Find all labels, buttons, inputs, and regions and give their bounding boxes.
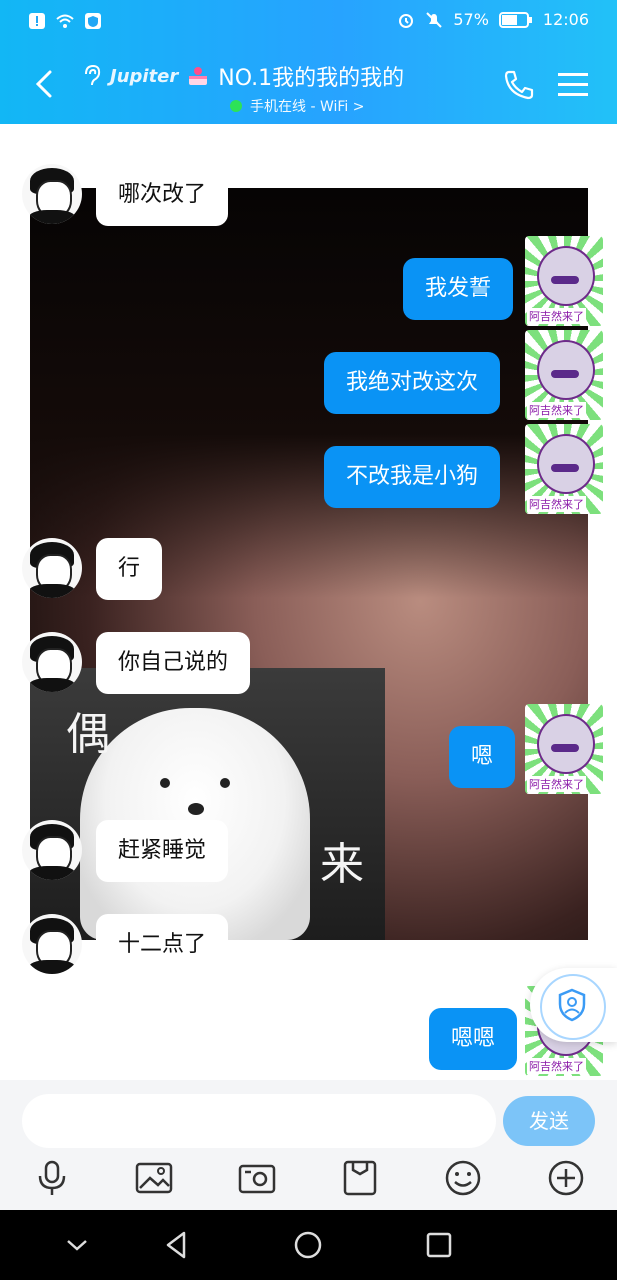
ear-icon <box>85 64 101 86</box>
phone-icon[interactable] <box>502 68 536 102</box>
brand-label: Jupiter <box>110 65 179 87</box>
recents-square-icon[interactable] <box>422 1228 456 1262</box>
message-bubble-incoming[interactable]: 十二点了 <box>96 914 229 976</box>
chat-title-area[interactable]: Jupiter NO.1我的我的我的 手机在线 - WiFi > <box>80 60 480 116</box>
online-status: 手机在线 - WiFi > <box>250 99 365 115</box>
meme-dog-image: 偶 来 <box>30 668 385 940</box>
chat-title: NO.1我的我的我的 <box>218 66 405 91</box>
sender-avatar[interactable]: 阿吉然来了 <box>525 330 603 420</box>
sender-avatar[interactable]: 阿吉然来了 <box>525 236 603 326</box>
message-bubble-outgoing[interactable]: 嗯 <box>449 726 516 788</box>
security-shield-icon <box>558 988 586 1022</box>
folder-icon[interactable] <box>340 1158 380 1198</box>
floating-security-button[interactable] <box>530 968 617 1042</box>
message-bubble-outgoing[interactable]: 不改我是小狗 <box>324 446 501 508</box>
send-button[interactable]: 发送 <box>503 1096 595 1146</box>
shield-icon <box>85 13 101 29</box>
mic-icon[interactable] <box>32 1158 72 1198</box>
cake-icon <box>189 67 208 85</box>
avatar-label: 阿吉然来了 <box>527 1058 586 1074</box>
avatar-label: 阿吉然来了 <box>527 496 586 512</box>
message-bubble-outgoing[interactable]: 我发誓 <box>403 258 514 320</box>
image-icon[interactable] <box>134 1158 174 1198</box>
camera-icon[interactable] <box>237 1158 277 1198</box>
avatar[interactable] <box>22 820 82 880</box>
message-input[interactable] <box>22 1094 496 1148</box>
avatar[interactable] <box>22 632 82 692</box>
message-bubble-outgoing[interactable]: 我绝对改这次 <box>324 352 501 414</box>
sender-avatar[interactable]: 阿吉然来了 <box>525 424 603 514</box>
system-navigation-bar <box>0 1210 617 1280</box>
message-bubble-incoming[interactable]: 赶紧睡觉 <box>96 820 229 882</box>
battery-percent: 57% <box>453 10 489 29</box>
online-dot-icon <box>230 100 242 112</box>
message-bubble-incoming[interactable]: 行 <box>96 538 163 600</box>
plus-icon[interactable] <box>546 1158 586 1198</box>
avatar[interactable] <box>22 538 82 598</box>
status-bar: 57% 12:06 <box>0 0 617 46</box>
avatar[interactable] <box>22 164 82 224</box>
wifi-icon <box>56 14 74 28</box>
avatar-label: 阿吉然来了 <box>527 308 586 324</box>
back-triangle-icon[interactable] <box>160 1228 194 1262</box>
chat-area[interactable]: 偶 来 哪次改了 我发誓 阿吉然来了 我绝对改这次 阿吉然来了 不改我是小狗 阿… <box>0 124 617 1080</box>
mute-icon <box>426 11 443 28</box>
meme-caption-right: 来 <box>320 839 364 890</box>
sender-avatar[interactable]: 阿吉然来了 <box>525 704 603 794</box>
back-arrow-icon[interactable] <box>30 68 60 100</box>
meme-caption-left: 偶 <box>66 709 110 760</box>
avatar[interactable] <box>22 914 82 974</box>
emoji-icon[interactable] <box>443 1158 483 1198</box>
notification-icon <box>29 13 45 29</box>
avatar-label: 阿吉然来了 <box>527 776 586 792</box>
home-circle-icon[interactable] <box>291 1228 325 1262</box>
top-bar: 57% 12:06 Jupiter NO.1我的我的我的 手机在线 - WiFi… <box>0 0 617 124</box>
message-bubble-incoming[interactable]: 哪次改了 <box>96 164 229 226</box>
message-bubble-outgoing[interactable]: 嗯嗯 <box>429 1008 518 1070</box>
alarm-icon <box>399 13 414 28</box>
message-bubble-incoming[interactable]: 你自己说的 <box>96 632 251 694</box>
toolbar <box>0 1158 617 1204</box>
chat-header: Jupiter NO.1我的我的我的 手机在线 - WiFi > <box>0 50 617 120</box>
input-bar: 发送 <box>0 1080 617 1210</box>
menu-icon[interactable] <box>556 70 590 100</box>
collapse-icon[interactable] <box>60 1228 94 1262</box>
battery-icon <box>498 11 532 28</box>
clock: 12:06 <box>542 10 589 29</box>
avatar-label: 阿吉然来了 <box>527 402 586 418</box>
